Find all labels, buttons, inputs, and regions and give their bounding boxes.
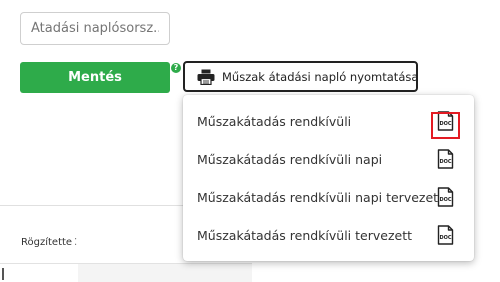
menu-item-label: Műszakátadás rendkívüli tervezett [197,227,412,243]
svg-text:DOC: DOC [439,159,451,165]
section-divider [0,205,185,206]
menu-item-extraordinary-daily-handover[interactable]: Műszakátadás rendkívüli napi DOC [183,141,474,177]
sort-handle-icon[interactable]: ⁚ [74,237,77,248]
svg-text:DOC: DOC [439,235,451,241]
text-cursor [2,268,4,280]
svg-text:DOC: DOC [439,121,451,127]
print-shift-handover-log-button[interactable]: Műszak átadási napló nyomtatása [183,61,418,92]
doc-icon[interactable]: DOC [437,187,454,207]
menu-item-extraordinary-handover[interactable]: Műszakátadás rendkívüli DOC [183,103,474,139]
menu-item-label: Műszakátadás rendkívüli [197,113,352,129]
doc-icon[interactable]: DOC [437,225,454,245]
save-button[interactable]: Mentés [20,62,170,93]
column-header-recorded-by[interactable]: Rögzítette [21,237,72,248]
menu-item-extraordinary-daily-planned-handover[interactable]: Műszakátadás rendkívüli napi tervezett D… [183,179,474,215]
printer-icon [197,69,215,85]
print-options-menu: Műszakátadás rendkívüli DOC Műszakátadás… [183,95,474,261]
handover-log-number-input[interactable] [20,12,170,45]
doc-icon[interactable]: DOC [437,149,454,169]
svg-text:DOC: DOC [439,197,451,203]
print-button-label: Műszak átadási napló nyomtatása [222,69,419,84]
menu-item-label: Műszakátadás rendkívüli napi tervezett [197,189,443,205]
menu-item-label: Műszakátadás rendkívüli napi [197,151,383,167]
menu-item-extraordinary-planned-handover[interactable]: Műszakátadás rendkívüli tervezett DOC [183,217,474,253]
doc-icon[interactable]: DOC [437,111,454,131]
table-row [78,264,252,282]
help-icon[interactable]: ? [171,63,181,73]
